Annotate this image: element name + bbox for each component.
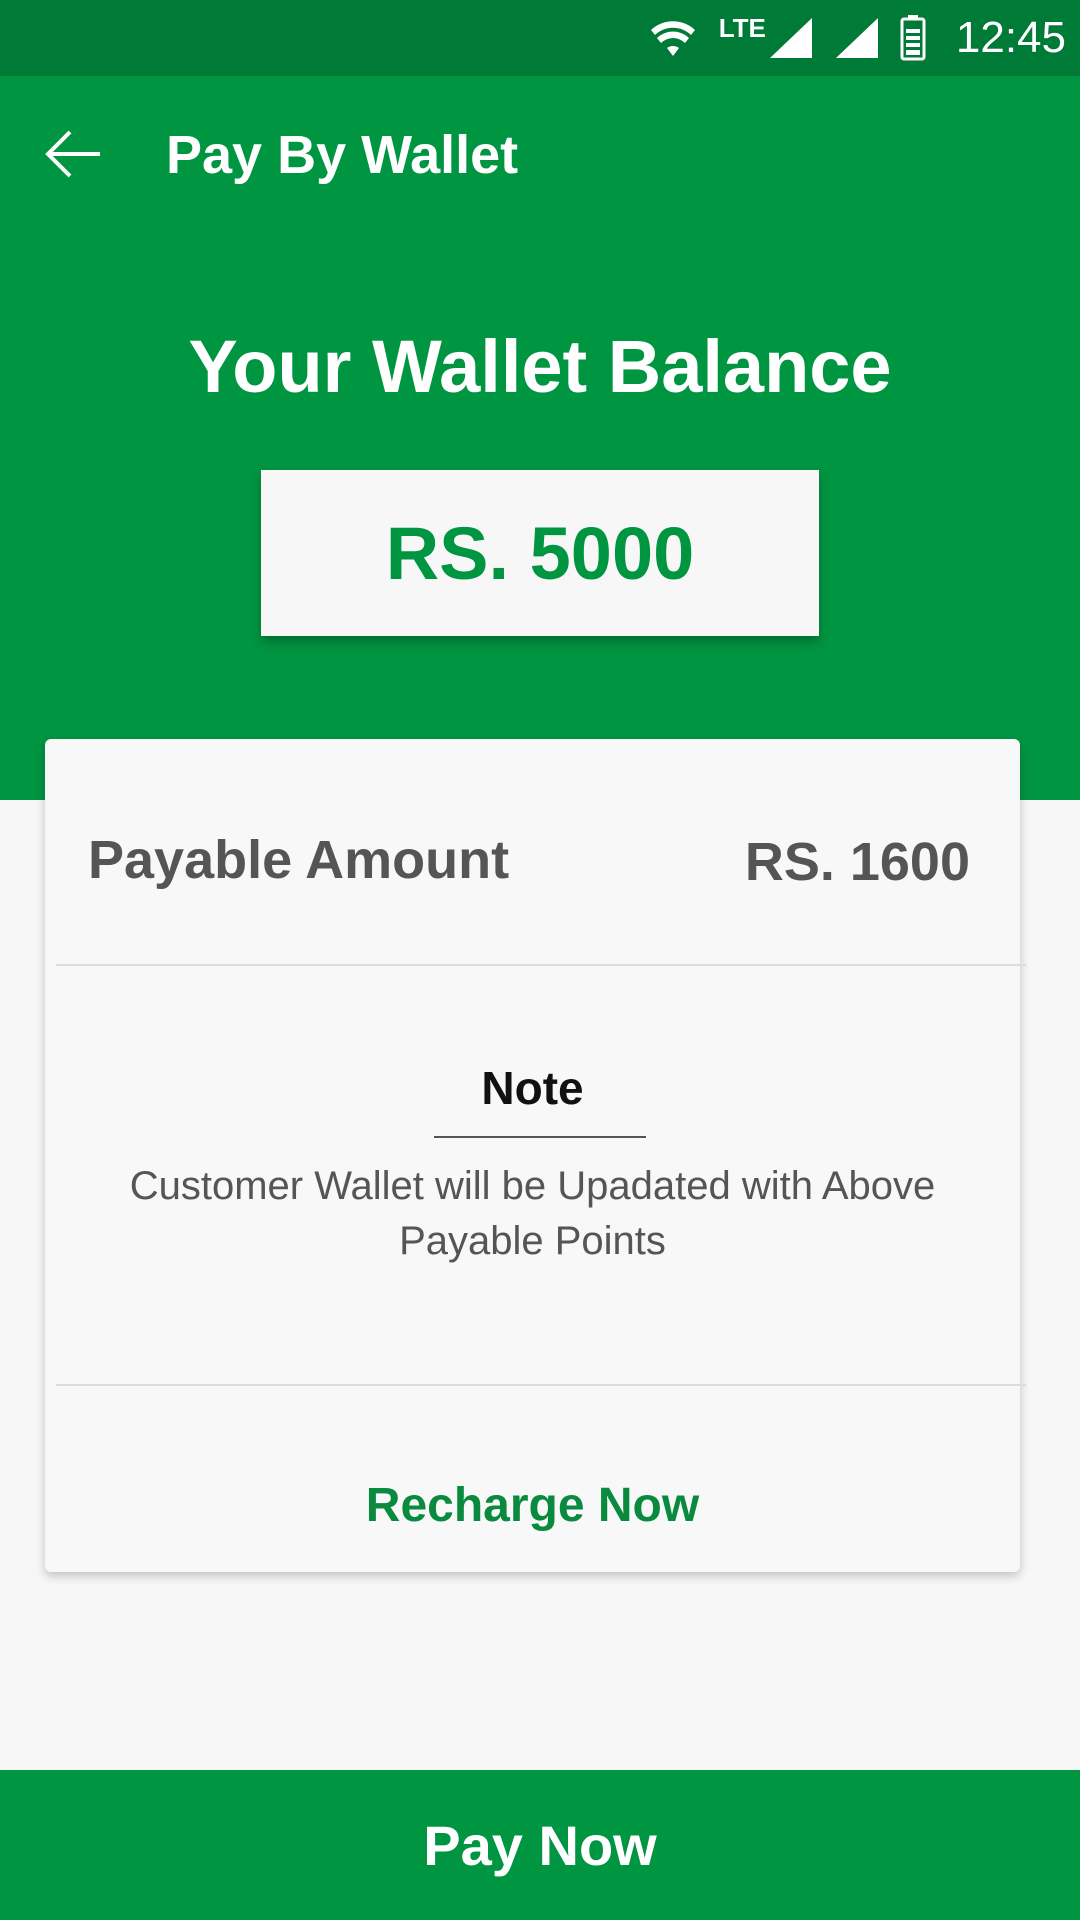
status-time: 12:45 — [955, 13, 1066, 62]
battery-icon — [900, 15, 926, 61]
cell-signal-icon — [769, 18, 812, 58]
wallet-header: Your Wallet Balance RS. 5000 — [0, 236, 1080, 800]
divider — [56, 1384, 1026, 1386]
recharge-now-button[interactable]: Recharge Now — [45, 1451, 1020, 1561]
cell-signal-2-icon — [834, 16, 878, 60]
pay-now-label: Pay Now — [423, 1813, 657, 1877]
app-bar: Pay By Wallet — [0, 76, 1080, 236]
wallet-balance-value: RS. 5000 — [385, 511, 695, 595]
wallet-balance-heading: Your Wallet Balance — [188, 325, 892, 408]
lte-signal-indicator: LTE — [718, 12, 812, 60]
pay-now-button[interactable]: Pay Now — [0, 1770, 1080, 1920]
divider — [56, 964, 1026, 966]
note-text: Customer Wallet will be Upadated with Ab… — [129, 1164, 936, 1263]
payment-card: Payable Amount RS. 1600 Note Customer Wa… — [45, 739, 1026, 1572]
note-underline — [434, 1136, 646, 1138]
wifi-icon — [649, 18, 697, 58]
wallet-balance-box: RS. 5000 — [261, 470, 819, 636]
arrow-back-icon[interactable] — [44, 130, 104, 178]
page-title: Pay By Wallet — [166, 125, 519, 185]
note-title: Note — [481, 1062, 584, 1114]
status-bar: LTE 12:45 — [0, 0, 1080, 76]
payable-amount-value: RS. 1600 — [744, 832, 970, 892]
payable-amount-row: Payable Amount RS. 1600 — [45, 739, 1020, 965]
payable-amount-label: Payable Amount — [88, 830, 510, 890]
lte-label: LTE — [718, 12, 766, 43]
